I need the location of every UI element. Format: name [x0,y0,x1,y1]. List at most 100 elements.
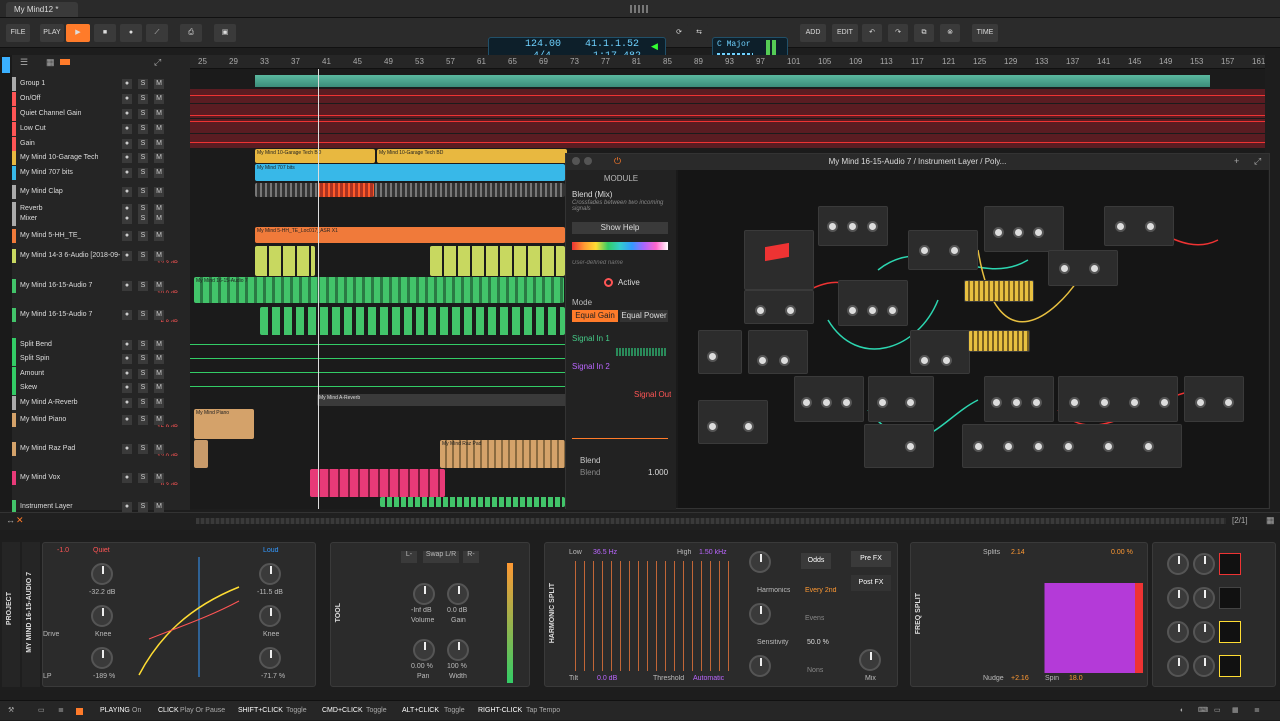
track-header[interactable]: Group 1 M S ● [12,77,188,91]
track-header[interactable]: Split Spin M S ● [12,352,188,366]
left-invert-button[interactable]: L- [401,551,417,563]
pan-knob[interactable] [413,639,435,661]
record-arm-button[interactable]: ● [122,340,132,350]
window-button[interactable] [572,157,580,165]
harmonic-spectrum[interactable] [567,561,731,671]
knee-knob[interactable] [91,605,113,627]
track-header[interactable]: Amount M S ● [12,367,188,381]
clip-raz[interactable]: My Mind Raz Pad [440,440,565,468]
grid-module[interactable] [838,280,908,326]
track-header[interactable]: My Mind 10-Garage Tech M S ● [12,151,188,165]
band-knob[interactable] [1193,621,1215,643]
mute-button[interactable]: M [154,187,164,197]
nons-button[interactable]: Nons [807,667,823,674]
gain-knob[interactable] [447,583,469,605]
band-knob[interactable] [1193,587,1215,609]
record-arm-button[interactable]: ● [122,310,132,320]
solo-button[interactable]: S [138,398,148,408]
mute-button[interactable]: M [154,354,164,364]
loud-label[interactable]: Loud [263,547,279,554]
track-header[interactable]: Split Bend M S ● [12,338,188,352]
overview-scrollbar[interactable] [196,518,1226,524]
loud-threshold-knob[interactable] [259,563,281,585]
compressor-device[interactable]: -1.0 Quiet Loud -32.2 dB -11.5 dB Knee K… [42,542,316,687]
grid-module[interactable] [1058,376,1178,422]
track-header[interactable]: My Mind 16-15-Audio 7-6.8 dBMS● [12,308,188,322]
track-header[interactable]: My Mind Vox-9.3 dBMS● [12,471,188,485]
band-knob[interactable] [1167,587,1189,609]
mute-button[interactable]: M [154,281,164,291]
mode-equal-gain[interactable]: Equal Gain [572,310,618,322]
mute-button[interactable]: M [154,369,164,379]
mute-button[interactable]: M [154,473,164,483]
grid-module[interactable] [818,206,888,246]
undo-icon[interactable]: ↶ [862,24,882,42]
mute-button[interactable]: M [154,168,164,178]
clip-audio6[interactable] [255,246,315,276]
solo-button[interactable]: S [138,281,148,291]
mute-button[interactable]: M [154,502,164,512]
clip-hh[interactable]: My Mind 5-HH_TE_Loc017_ASR X1 [255,227,565,243]
solo-button[interactable]: S [138,139,148,149]
solo-button[interactable]: S [138,187,148,197]
solo-button[interactable]: S [138,502,148,512]
grid-module[interactable] [984,376,1054,422]
band-knob[interactable] [1193,655,1215,677]
mute-button[interactable]: M [154,340,164,350]
grid-module[interactable] [984,206,1064,252]
mute-button[interactable]: M [154,153,164,163]
solo-button[interactable]: S [138,109,148,119]
grid-patcher[interactable] [678,170,1268,508]
clip-garage[interactable]: My Mind 10-Garage Tech BD [377,149,567,163]
track-header[interactable]: My Mind A-Reverb M S ● [12,396,188,410]
track-header[interactable]: Mixer M S ● [12,212,188,226]
band-knob[interactable] [1193,553,1215,575]
copy-icon[interactable]: ⧉ [914,24,934,42]
record-arm-button[interactable]: ● [122,369,132,379]
track-header[interactable]: My Mind Piano-15.9 dBMS● [12,413,188,427]
record-button[interactable]: ● [120,24,142,42]
solo-button[interactable]: S [138,415,148,425]
automation-skew[interactable] [190,386,565,387]
record-arm-button[interactable]: ● [122,354,132,364]
band-slot[interactable] [1219,655,1241,677]
automation-button[interactable]: ⟋ [146,24,168,42]
track-header[interactable]: My Mind 707 bits M S ● [12,166,188,180]
harmonics-value[interactable]: Every 2nd [805,587,837,594]
mixer-icon[interactable]: ≣ [1254,701,1260,721]
split-percent[interactable]: 0.00 % [1111,549,1133,556]
grid-module[interactable] [908,230,978,270]
sensitivity-value[interactable]: 50.0 % [807,639,829,646]
freq-spectrum[interactable] [979,583,1143,673]
track-header[interactable]: My Mind Clap M S ● [12,185,188,199]
clip-raz[interactable] [194,440,208,468]
record-arm-button[interactable]: ● [122,139,132,149]
clip-garage[interactable]: My Mind 10-Garage Tech BD [255,149,375,163]
layout-icon[interactable]: ▣ [214,24,236,42]
wrench-icon[interactable]: ⚒ [8,701,14,721]
clip-reverb[interactable]: My Mind A-Reverb [317,394,567,406]
inspector-toggle[interactable] [2,57,10,73]
automation-split-bend[interactable] [190,344,565,345]
record-arm-button[interactable]: ● [122,79,132,89]
grid-module[interactable] [910,330,970,374]
mute-button[interactable]: M [154,109,164,119]
play-mode-button[interactable]: PLAY [40,24,64,42]
record-arm-button[interactable]: ● [122,231,132,241]
close-icon[interactable]: ⊗ [940,24,960,42]
spin-value[interactable]: 18.0 [1069,675,1083,682]
active-icon[interactable] [604,278,613,287]
project-tab[interactable]: My Mind12 * [6,2,78,17]
clip-707[interactable]: My Mind 707 bits [255,164,565,181]
record-arm-button[interactable]: ● [122,281,132,291]
grid-module[interactable] [744,290,814,324]
quiet-threshold-knob[interactable] [91,563,113,585]
grid-module[interactable] [1048,250,1118,286]
tilt-value[interactable]: 0.0 dB [597,675,617,682]
loop-icon[interactable]: ⟳ [670,24,688,42]
solo-button[interactable]: S [138,310,148,320]
track-header[interactable]: My Mind 5-HH_TE_ M S ● [12,229,188,243]
solo-button[interactable]: S [138,354,148,364]
track-strip[interactable]: MY MIND 16-15-AUDIO 7 [22,542,40,687]
mute-button[interactable]: M [154,214,164,224]
